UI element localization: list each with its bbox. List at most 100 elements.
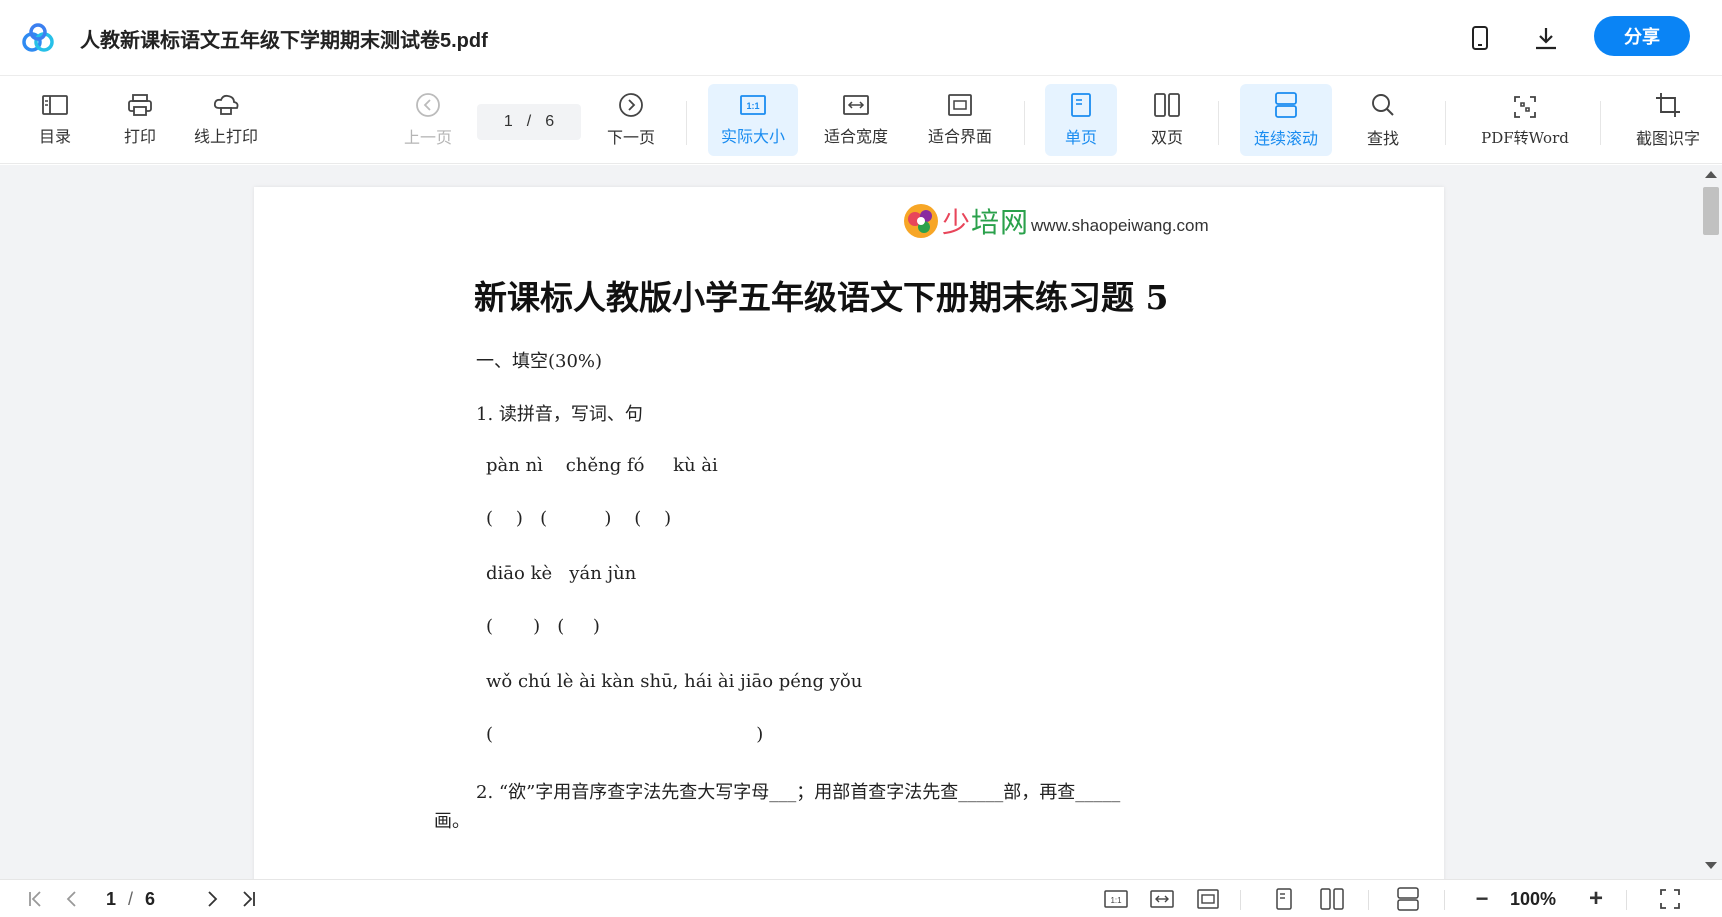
bottom-bar: 1 / 6 1:1 − 100% + xyxy=(0,879,1722,917)
continuous-scroll-icon xyxy=(1275,92,1297,118)
doc-line: diāo kè yán jùn xyxy=(486,563,637,584)
single-page-small-icon[interactable] xyxy=(1272,888,1296,910)
next-page-label: 下一页 xyxy=(606,130,655,147)
double-page-label: 双页 xyxy=(1150,130,1183,147)
scroll-down-arrow-icon[interactable] xyxy=(1705,862,1717,869)
cloud-print-icon xyxy=(213,94,239,115)
doc-line: ( ) ( ) xyxy=(486,616,600,637)
single-page-button[interactable]: 单页 xyxy=(1045,84,1117,156)
toolbar-divider xyxy=(1600,101,1601,145)
bottom-divider xyxy=(1240,890,1241,910)
toolbar-divider xyxy=(686,101,687,145)
double-page-button[interactable]: 双页 xyxy=(1132,84,1202,156)
zoom-level[interactable]: 100% xyxy=(1510,889,1556,910)
prev-page-button[interactable]: 上一页 xyxy=(400,84,456,156)
continuous-scroll-button[interactable]: 连续滚动 xyxy=(1240,84,1332,156)
print-button[interactable]: 打印 xyxy=(115,84,165,156)
actual-size-button[interactable]: 1:1 实际大小 xyxy=(708,84,798,156)
pdf-viewer-app: 人教新课标语文五年级下学期期末测试卷5.pdf 分享 目录 打印 线上打印 上一… xyxy=(0,0,1722,917)
document-title: 人教新课标语文五年级下学期期末测试卷5.pdf xyxy=(80,30,488,52)
bottom-page-indicator[interactable]: 1 / 6 xyxy=(106,889,155,910)
doc-line: 一、填空(30%) xyxy=(476,351,603,372)
toolbar-divider xyxy=(1024,101,1025,145)
next-page-button[interactable]: 下一页 xyxy=(603,84,659,156)
continuous-scroll-small-icon[interactable] xyxy=(1394,887,1422,911)
bottom-page-separator: / xyxy=(128,889,134,909)
actual-size-small-icon-text: 1:1 xyxy=(1110,896,1122,905)
download-icon[interactable] xyxy=(1530,22,1562,54)
doc-line: wǒ chú lè ài kàn shū, hái ài jiāo péng y… xyxy=(486,671,863,692)
current-page: 1 xyxy=(503,113,513,130)
print-label: 打印 xyxy=(123,129,156,146)
toc-button[interactable]: 目录 xyxy=(30,84,80,156)
find-label: 查找 xyxy=(1366,131,1399,148)
search-icon xyxy=(1372,94,1394,116)
next-page-icon[interactable] xyxy=(200,888,224,910)
single-page-label: 单页 xyxy=(1064,130,1097,147)
fit-screen-small-icon[interactable] xyxy=(1194,888,1222,910)
prev-page-icon[interactable] xyxy=(60,888,84,910)
title-bar: 人教新课标语文五年级下学期期末测试卷5.pdf 分享 xyxy=(0,0,1722,76)
scroll-up-arrow-icon[interactable] xyxy=(1705,171,1717,178)
double-page-small-icon[interactable] xyxy=(1318,888,1346,910)
fit-width-label: 适合宽度 xyxy=(823,129,888,146)
bottom-divider xyxy=(1444,890,1445,910)
pdf-to-word-button[interactable]: PDF转Word xyxy=(1474,84,1576,156)
toc-label: 目录 xyxy=(38,129,71,146)
crop-icon xyxy=(1656,93,1680,117)
logo-text-a: 少 xyxy=(942,206,972,239)
bottom-divider xyxy=(1626,890,1627,910)
actual-size-small-icon[interactable]: 1:1 xyxy=(1102,888,1130,910)
double-page-icon xyxy=(1154,93,1180,117)
actual-size-icon-text: 1:1 xyxy=(746,101,759,111)
last-page-icon[interactable] xyxy=(236,888,260,910)
prev-page-label: 上一页 xyxy=(403,130,452,147)
fit-screen-button[interactable]: 适合界面 xyxy=(916,84,1004,156)
scroll-thumb[interactable] xyxy=(1703,187,1719,235)
fit-screen-label: 适合界面 xyxy=(927,129,992,146)
continuous-scroll-label: 连续滚动 xyxy=(1253,131,1318,148)
screenshot-ocr-button[interactable]: 截图识字 xyxy=(1628,84,1708,156)
fit-width-small-icon[interactable] xyxy=(1148,888,1176,910)
actual-size-icon: 1:1 xyxy=(740,95,766,115)
logo-text-b: 培网 xyxy=(971,206,1030,239)
zoom-out-button[interactable]: − xyxy=(1470,886,1494,911)
chevron-left-circle-icon xyxy=(416,93,440,117)
page-separator: / xyxy=(526,113,532,130)
logo-url: www.shaopeiwang.com xyxy=(1031,216,1209,235)
document-viewer[interactable]: 少培网 www.shaopeiwang.com 新课标人教版小学五年级语文下册期… xyxy=(0,165,1722,879)
doc-line: 2. “欲”字用音序查字法先查大写字母___；用部首查字法先查_____部，再查… xyxy=(476,782,1121,803)
doc-line: ( ) ( ) ( ) xyxy=(486,508,672,529)
online-print-button[interactable]: 线上打印 xyxy=(186,84,266,156)
share-button[interactable]: 分享 xyxy=(1594,16,1690,56)
first-page-icon[interactable] xyxy=(24,888,48,910)
doc-line: 画。 xyxy=(434,811,470,832)
vertical-scrollbar[interactable] xyxy=(1700,165,1722,879)
fit-width-button[interactable]: 适合宽度 xyxy=(812,84,900,156)
bottom-current-page: 1 xyxy=(106,889,117,909)
chevron-right-circle-icon xyxy=(619,93,643,117)
document-heading: 新课标人教版小学五年级语文下册期末练习题 5 xyxy=(474,278,1169,317)
convert-icon xyxy=(1514,95,1536,118)
fit-screen-icon xyxy=(948,94,972,116)
pdf-to-word-label: PDF转Word xyxy=(1481,128,1569,147)
toolbar: 目录 打印 线上打印 上一页 1 / 6 下一页 1:1 实际大小 适合宽度 适… xyxy=(0,77,1722,164)
doc-line: pàn nì chěng fó kù ài xyxy=(486,455,718,476)
printer-icon xyxy=(128,94,152,116)
doc-line: 1. 读拼音，写词、句 xyxy=(476,404,643,425)
actual-size-label: 实际大小 xyxy=(720,129,785,146)
fullscreen-icon[interactable] xyxy=(1656,888,1684,910)
toolbar-divider xyxy=(1218,101,1219,145)
single-page-icon xyxy=(1071,93,1091,117)
total-pages: 6 xyxy=(545,113,555,130)
zoom-in-button[interactable]: + xyxy=(1584,885,1608,912)
logo-text: 少培网 xyxy=(942,201,1029,241)
watermark-logo: 少培网 www.shaopeiwang.com xyxy=(902,201,1209,241)
page-number-input[interactable]: 1 / 6 xyxy=(477,104,581,140)
phone-icon[interactable] xyxy=(1464,22,1496,54)
find-button[interactable]: 查找 xyxy=(1350,84,1416,156)
doc-line: ( ) xyxy=(486,724,764,745)
shaopeiwang-logo-icon xyxy=(904,204,938,238)
toolbar-divider xyxy=(1445,101,1446,145)
screenshot-ocr-label: 截图识字 xyxy=(1635,131,1700,148)
